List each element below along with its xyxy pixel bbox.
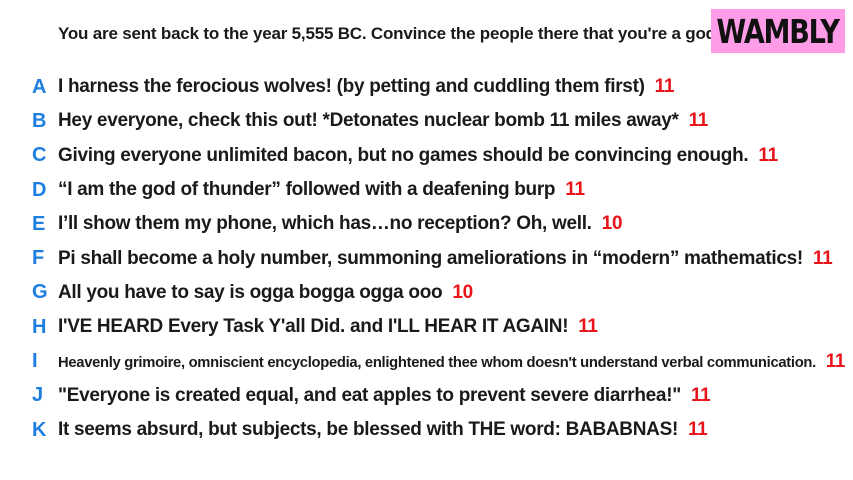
answer-letter: A — [32, 75, 47, 98]
answer-score: 11 — [578, 316, 598, 338]
answer-text-wrap: Heavenly grimoire, omniscient encycloped… — [58, 351, 845, 373]
answer-row-k: K It seems absurd, but subjects, be bles… — [0, 413, 853, 447]
answer-text: All you have to say is ogga bogga ogga o… — [58, 281, 443, 303]
answer-score: 11 — [825, 350, 845, 372]
answer-row-h: H I'VE HEARD Every Task Y'all Did. and I… — [0, 310, 853, 344]
answer-score: 11 — [812, 247, 833, 269]
answer-row-f: F Pi shall become a holy number, summoni… — [0, 241, 853, 275]
answer-score: 11 — [688, 110, 709, 132]
answer-text: I'VE HEARD Every Task Y'all Did. and I'L… — [58, 316, 569, 338]
answer-text: Heavenly grimoire, omniscient encycloped… — [58, 353, 816, 371]
question-prompt: You are sent back to the year 5,555 BC. … — [58, 24, 721, 43]
answer-letter: G — [32, 281, 48, 304]
answer-list: A I harness the ferocious wolves! (by pe… — [0, 70, 853, 447]
answer-text-wrap: I harness the ferocious wolves! (by pett… — [58, 76, 674, 98]
answer-text-wrap: I'VE HEARD Every Task Y'all Did. and I'L… — [58, 316, 598, 338]
answer-letter: B — [32, 109, 47, 132]
answer-row-c: C Giving everyone unlimited bacon, but n… — [0, 139, 853, 173]
answer-score: 10 — [601, 213, 623, 235]
answer-row-d: D “I am the god of thunder” followed wit… — [0, 173, 853, 207]
answer-score: 11 — [565, 179, 585, 201]
answer-text-wrap: “I am the god of thunder” followed with … — [58, 179, 585, 201]
answer-row-a: A I harness the ferocious wolves! (by pe… — [0, 70, 853, 104]
answer-text-wrap: It seems absurd, but subjects, be blesse… — [58, 419, 708, 441]
answer-letter: H — [32, 315, 47, 338]
answer-row-g: G All you have to say is ogga bogga ogga… — [0, 276, 853, 310]
answer-score: 10 — [452, 281, 473, 303]
answer-text-wrap: I’ll show them my phone, which has…no re… — [58, 213, 623, 235]
answer-letter: D — [32, 178, 47, 201]
answer-text: I’ll show them my phone, which has…no re… — [58, 213, 592, 235]
answer-text-wrap: Giving everyone unlimited bacon, but no … — [58, 145, 778, 167]
logo-text: WAMBLY — [716, 11, 841, 51]
answer-score: 11 — [690, 384, 711, 406]
answer-score: 11 — [687, 419, 708, 441]
answer-score: 11 — [758, 144, 778, 166]
answer-letter: J — [32, 384, 44, 407]
answer-text: Hey everyone, check this out! *Detonates… — [58, 110, 679, 132]
wambly-logo: WAMBLY — [711, 9, 845, 53]
answer-text: Giving everyone unlimited bacon, but no … — [58, 144, 749, 166]
answer-text-wrap: Hey everyone, check this out! *Detonates… — [58, 110, 708, 132]
answer-text: "Everyone is created equal, and eat appl… — [58, 384, 681, 406]
answer-row-j: J "Everyone is created equal, and eat ap… — [0, 379, 853, 413]
answer-row-i: I Heavenly grimoire, omniscient encyclop… — [0, 344, 853, 378]
answer-letter: F — [32, 247, 45, 270]
answer-score: 11 — [654, 76, 675, 98]
answer-row-b: B Hey everyone, check this out! *Detonat… — [0, 104, 853, 138]
answer-text-wrap: Pi shall become a holy number, summoning… — [58, 247, 833, 270]
answer-letter: I — [32, 350, 38, 373]
answer-row-e: E I’ll show them my phone, which has…no … — [0, 207, 853, 241]
answer-text: “I am the god of thunder” followed with … — [58, 179, 556, 201]
answer-letter: C — [32, 144, 47, 167]
answer-text: I harness the ferocious wolves! (by pett… — [58, 76, 645, 98]
answer-letter: E — [32, 212, 46, 235]
answer-letter: K — [32, 418, 47, 441]
answer-text-wrap: All you have to say is ogga bogga ogga o… — [58, 282, 473, 304]
answer-text-wrap: "Everyone is created equal, and eat appl… — [58, 384, 711, 407]
answer-text: Pi shall become a holy number, summoning… — [58, 247, 803, 269]
answer-text: It seems absurd, but subjects, be blesse… — [58, 419, 678, 441]
